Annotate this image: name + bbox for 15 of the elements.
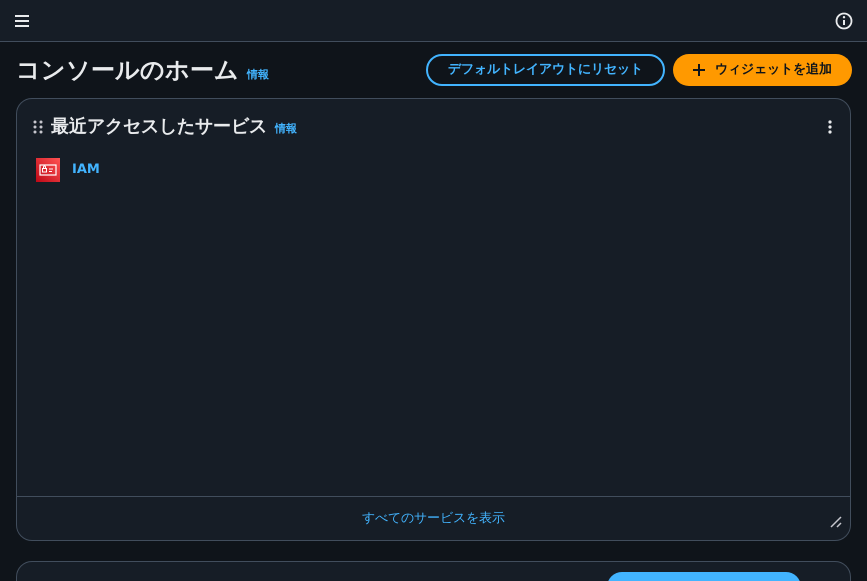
info-icon[interactable] [835,12,853,30]
drag-handle-icon[interactable] [33,118,43,134]
menu-icon[interactable] [14,14,30,28]
more-options-icon[interactable] [828,120,832,134]
info-link[interactable]: 情報 [247,67,269,84]
resize-handle-icon[interactable] [830,516,842,528]
view-all-services-link[interactable]: すべてのサービスを表示 [362,508,505,528]
widget-title: 最近アクセスしたサービス [51,115,267,139]
service-icon [36,158,60,182]
reset-layout-button[interactable]: デフォルトレイアウトにリセット [426,54,665,86]
add-widget-button[interactable]: ウィジェットを追加 [673,54,852,86]
info-link[interactable]: 情報 [275,121,297,138]
page-title: コンソールのホーム [16,55,239,86]
plus-icon [693,64,705,76]
service-link[interactable]: IAM [72,160,100,180]
